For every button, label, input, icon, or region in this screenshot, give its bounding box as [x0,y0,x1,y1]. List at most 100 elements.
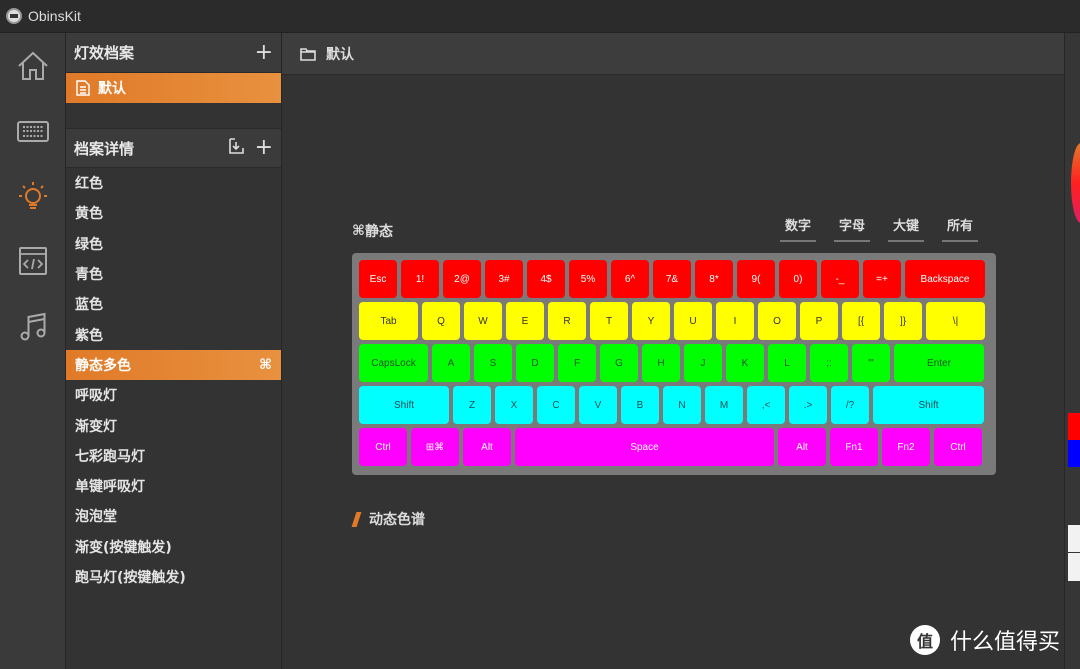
filter-numbers[interactable]: 数字 [780,215,816,242]
key[interactable]: 3# [485,260,523,298]
key[interactable]: F [558,344,596,382]
key[interactable]: 5% [569,260,607,298]
key[interactable]: \| [926,302,985,340]
key[interactable]: ;: [810,344,848,382]
effect-item[interactable]: 绿色 [66,229,281,259]
key[interactable]: O [758,302,796,340]
key[interactable]: '" [852,344,890,382]
key[interactable]: Shift [873,386,984,424]
app-logo-icon [6,8,22,24]
key[interactable]: C [537,386,575,424]
key[interactable]: D [516,344,554,382]
key[interactable]: -_ [821,260,859,298]
key[interactable]: Backspace [905,260,985,298]
key[interactable]: W [464,302,502,340]
filter-all[interactable]: 所有 [942,215,978,242]
key[interactable]: Q [422,302,460,340]
key[interactable]: K [726,344,764,382]
effect-item[interactable]: 单键呼吸灯 [66,471,281,501]
key[interactable]: 1! [401,260,439,298]
key[interactable]: Fn2 [882,428,930,466]
key[interactable]: Alt [778,428,826,466]
key[interactable]: X [495,386,533,424]
key[interactable]: E [506,302,544,340]
key[interactable]: T [590,302,628,340]
input-field[interactable] [1068,553,1080,581]
effect-item[interactable]: 泡泡堂 [66,501,281,531]
filter-large-keys[interactable]: 大键 [888,215,924,242]
key[interactable]: 8* [695,260,733,298]
nav-macro[interactable] [0,228,66,293]
color-swatch-red[interactable] [1068,413,1080,440]
key[interactable]: 7& [653,260,691,298]
profile-item-default[interactable]: 默认 [66,73,281,103]
add-effect-button[interactable]: + [255,137,273,159]
key[interactable]: H [642,344,680,382]
key[interactable]: M [705,386,743,424]
key[interactable]: Alt [463,428,511,466]
key[interactable]: ⊞⌘ [411,428,459,466]
key[interactable]: U [674,302,712,340]
color-swatch-blue[interactable] [1068,440,1080,467]
add-profile-button[interactable]: + [255,41,273,64]
key[interactable]: Space [515,428,774,466]
effect-item-label: 绿色 [75,236,103,253]
key[interactable]: Shift [359,386,449,424]
key[interactable]: CapsLock [359,344,428,382]
effect-item[interactable]: 跑马灯(按键触发) [66,562,281,592]
key[interactable]: Tab [359,302,418,340]
key[interactable]: /? [831,386,869,424]
key[interactable]: Enter [894,344,984,382]
input-field[interactable] [1068,525,1080,552]
filter-letters[interactable]: 字母 [834,215,870,242]
key[interactable]: V [579,386,617,424]
key[interactable]: Ctrl [359,428,407,466]
effect-item[interactable]: 蓝色 [66,289,281,319]
key[interactable]: Ctrl [934,428,982,466]
nav-home[interactable] [0,33,66,98]
key[interactable]: L [768,344,806,382]
key[interactable]: N [663,386,701,424]
key[interactable]: Z [453,386,491,424]
key[interactable]: 4$ [527,260,565,298]
effect-item[interactable]: 紫色 [66,319,281,349]
key[interactable]: B [621,386,659,424]
effect-item[interactable]: 渐变灯 [66,410,281,440]
effect-item[interactable]: 青色 [66,259,281,289]
key[interactable]: 2@ [443,260,481,298]
key[interactable]: ,< [747,386,785,424]
effect-item[interactable]: 渐变(按键触发) [66,532,281,562]
effect-item[interactable]: 呼吸灯 [66,380,281,410]
nav-keyboard[interactable] [0,98,66,163]
color-wheel[interactable] [1071,143,1080,223]
nav-lighting[interactable] [0,163,66,228]
key[interactable]: ]} [884,302,922,340]
home-icon [18,51,48,80]
key[interactable]: .> [789,386,827,424]
key[interactable]: Y [632,302,670,340]
watermark-text: 什么值得买 [950,630,1061,655]
key[interactable]: S [474,344,512,382]
effect-item-label: 单键呼吸灯 [75,479,145,496]
key[interactable]: J [684,344,722,382]
key[interactable]: Esc [359,260,397,298]
dynamic-spectrum-title: 动态色谱 [351,509,425,529]
key[interactable]: 9( [737,260,775,298]
key[interactable]: G [600,344,638,382]
effect-item[interactable]: 黄色 [66,198,281,228]
key[interactable]: 0) [779,260,817,298]
key[interactable]: I [716,302,754,340]
effect-item[interactable]: 七彩跑马灯 [66,441,281,471]
music-note-icon [20,312,46,340]
key[interactable]: R [548,302,586,340]
key[interactable]: P [800,302,838,340]
key[interactable]: =+ [863,260,901,298]
nav-music[interactable] [0,293,66,358]
import-button[interactable] [227,137,245,160]
key[interactable]: A [432,344,470,382]
effect-item[interactable]: 红色 [66,168,281,198]
key[interactable]: [{ [842,302,880,340]
key[interactable]: 6^ [611,260,649,298]
key[interactable]: Fn1 [830,428,878,466]
effect-item[interactable]: 静态多色 ⌘ [66,349,281,381]
